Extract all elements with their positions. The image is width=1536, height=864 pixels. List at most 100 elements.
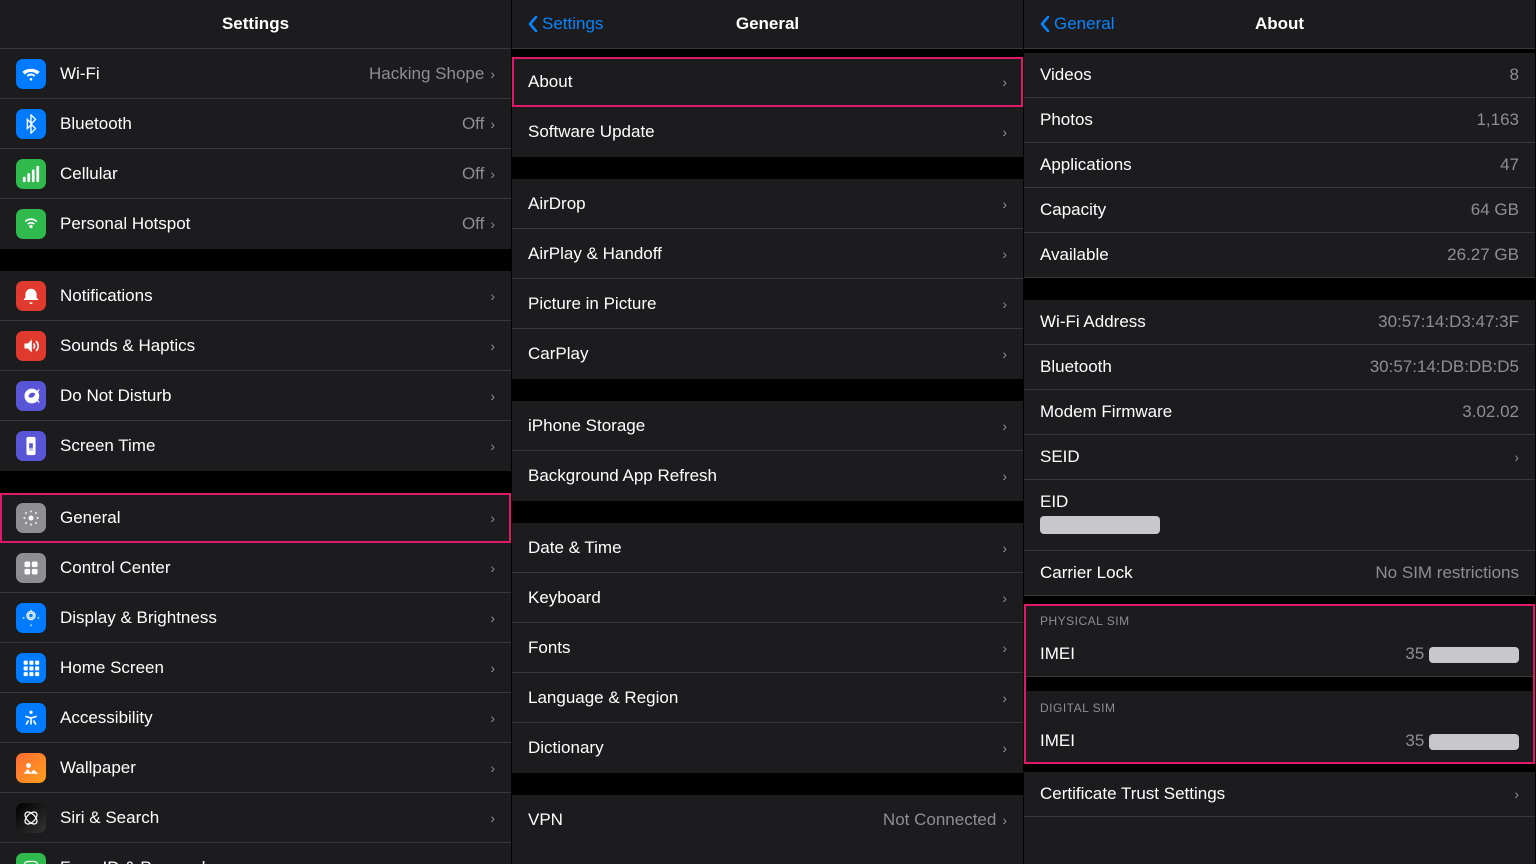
datetime-chevron: › [1002,540,1007,556]
seid-row[interactable]: SEID › [1024,435,1535,480]
iphone-storage-chevron: › [1002,418,1007,434]
pip-row[interactable]: Picture in Picture › [512,279,1023,329]
airplay-label: AirPlay & Handoff [528,244,1002,264]
display-row[interactable]: Display & Brightness › [0,593,511,643]
keyboard-row[interactable]: Keyboard › [512,573,1023,623]
cellular-row[interactable]: Cellular Off › [0,149,511,199]
cellular-label: Cellular [60,164,462,184]
datetime-group: Date & Time › Keyboard › Fonts › Languag… [512,523,1023,773]
hotspot-chevron: › [490,216,495,232]
connectivity-group: Wi-Fi Hacking Shope › Bluetooth Off › Ce… [0,49,511,249]
siri-row[interactable]: Siri & Search › [0,793,511,843]
about-chevron: › [1002,74,1007,90]
about-panel: General About Videos 8 Photos 1,163 Appl… [1024,0,1536,864]
general-back-button[interactable]: Settings [528,14,603,34]
g2-sep0 [512,49,1023,57]
bg-refresh-chevron: › [1002,468,1007,484]
datetime-label: Date & Time [528,538,1002,558]
software-update-chevron: › [1002,124,1007,140]
fonts-row[interactable]: Fonts › [512,623,1023,673]
vpn-group: VPN Not Connected › [512,795,1023,845]
software-update-row[interactable]: Software Update › [512,107,1023,157]
about-back-label: General [1054,14,1114,34]
general-label: General [60,508,490,528]
eid-value-box [1040,512,1160,538]
pip-label: Picture in Picture [528,294,1002,314]
dnd-icon [16,381,46,411]
wifi-chevron: › [490,66,495,82]
modem-firmware-row: Modem Firmware 3.02.02 [1024,390,1535,435]
dictionary-row[interactable]: Dictionary › [512,723,1023,773]
sim-section: PHYSICAL SIM IMEI 35 DIGITAL SIM IMEI 35 [1024,604,1535,764]
videos-label: Videos [1040,65,1092,85]
accessibility-chevron: › [490,710,495,726]
vpn-row[interactable]: VPN Not Connected › [512,795,1023,845]
vpn-label: VPN [528,810,883,830]
cert-trust-row[interactable]: Certificate Trust Settings › [1024,772,1535,817]
airdrop-row[interactable]: AirDrop › [512,179,1023,229]
g2-sep3 [512,501,1023,523]
digital-imei-blurred [1429,734,1519,750]
wifi-row[interactable]: Wi-Fi Hacking Shope › [0,49,511,99]
notifications-group: Notifications › Sounds & Haptics › Do No… [0,271,511,471]
carrier-lock-row: Carrier Lock No SIM restrictions [1024,551,1535,596]
sounds-row[interactable]: Sounds & Haptics › [0,321,511,371]
cellular-chevron: › [490,166,495,182]
fonts-chevron: › [1002,640,1007,656]
wifi-label: Wi-Fi [60,64,369,84]
screentime-row[interactable]: Screen Time › [0,421,511,471]
media-group: Videos 8 Photos 1,163 Applications 47 Ca… [1024,53,1535,278]
physical-imei-row: IMEI 35 [1024,632,1535,677]
wallpaper-row[interactable]: Wallpaper › [0,743,511,793]
hotspot-row[interactable]: Personal Hotspot Off › [0,199,511,249]
separator-2 [0,471,511,493]
capacity-label: Capacity [1040,200,1106,220]
bluetooth-icon [16,109,46,139]
applications-value: 47 [1500,155,1519,175]
screentime-icon [16,431,46,461]
display-label: Display & Brightness [60,608,490,628]
datetime-row[interactable]: Date & Time › [512,523,1023,573]
airplay-row[interactable]: AirPlay & Handoff › [512,229,1023,279]
physical-imei-blurred [1429,647,1519,663]
homescreen-label: Home Screen [60,658,490,678]
about-row[interactable]: About › [512,57,1023,107]
carrier-lock-label: Carrier Lock [1040,563,1133,583]
about-back-button[interactable]: General [1040,14,1114,34]
faceid-icon [16,853,46,864]
controlcenter-label: Control Center [60,558,490,578]
about-title: About [1255,14,1304,34]
fonts-label: Fonts [528,638,1002,658]
general-row[interactable]: General › [0,493,511,543]
bg-refresh-row[interactable]: Background App Refresh › [512,451,1023,501]
available-row: Available 26.27 GB [1024,233,1535,278]
cellular-icon [16,159,46,189]
controlcenter-row[interactable]: Control Center › [0,543,511,593]
accessibility-row[interactable]: Accessibility › [0,693,511,743]
general-header: Settings General [512,0,1023,49]
bg-refresh-label: Background App Refresh [528,466,1002,486]
screentime-label: Screen Time [60,436,490,456]
wallpaper-icon [16,753,46,783]
airdrop-group: AirDrop › AirPlay & Handoff › Picture in… [512,179,1023,379]
network-group: Wi-Fi Address 30:57:14:D3:47:3F Bluetoot… [1024,300,1535,596]
hotspot-icon [16,209,46,239]
wifi-address-row: Wi-Fi Address 30:57:14:D3:47:3F [1024,300,1535,345]
notifications-row[interactable]: Notifications › [0,271,511,321]
carplay-chevron: › [1002,346,1007,362]
carplay-row[interactable]: CarPlay › [512,329,1023,379]
dnd-row[interactable]: Do Not Disturb › [0,371,511,421]
iphone-storage-row[interactable]: iPhone Storage › [512,401,1023,451]
capacity-row: Capacity 64 GB [1024,188,1535,233]
vpn-chevron: › [1002,812,1007,828]
eid-row: EID [1024,480,1535,551]
photos-row[interactable]: Photos 1,163 [1024,98,1535,143]
cert-group: Certificate Trust Settings › [1024,772,1535,817]
homescreen-row[interactable]: Home Screen › [0,643,511,693]
physical-imei-label: IMEI [1040,644,1075,664]
bluetooth-row[interactable]: Bluetooth Off › [0,99,511,149]
applications-row[interactable]: Applications 47 [1024,143,1535,188]
videos-row[interactable]: Videos 8 [1024,53,1535,98]
language-row[interactable]: Language & Region › [512,673,1023,723]
faceid-row[interactable]: Face ID & Passcode › [0,843,511,864]
